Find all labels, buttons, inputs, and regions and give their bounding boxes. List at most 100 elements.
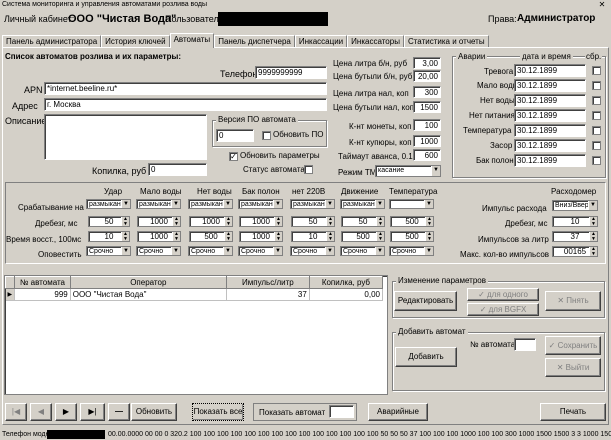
price-input-1[interactable]: 20,00 <box>413 70 441 82</box>
notify-select-4[interactable]: Срочно ▼ <box>290 246 335 256</box>
status-data: 00.00.0000 00 00 0 320.2 100 100 100 100… <box>108 431 611 438</box>
tab-bar: Панель администратора История ключей Авт… <box>2 33 489 48</box>
save-button[interactable]: ✓ Сохранить <box>545 336 601 355</box>
alarm-reset-checkbox-0[interactable] <box>592 66 601 75</box>
alarm-reset-checkbox-4[interactable] <box>592 126 601 135</box>
show-machine-input[interactable] <box>329 405 354 418</box>
firmware-version-input[interactable]: 0 <box>216 129 254 142</box>
max-impulse-stepper[interactable]: 00165 ▲ ▼ <box>552 246 598 257</box>
table-row[interactable]: ▶ 999 ООО "Чистая Вода" 37 0,00 <box>5 288 384 301</box>
restore-stepper-1[interactable]: 1000 ▲ ▼ <box>137 231 181 242</box>
trigger-select-5[interactable]: размыкание ▼ <box>340 199 385 209</box>
bounce-stepper-2[interactable]: 1000 ▲ ▼ <box>189 216 233 227</box>
bounce-stepper-3[interactable]: 1000 ▲ ▼ <box>239 216 283 227</box>
update-firmware-checkbox[interactable] <box>262 131 271 140</box>
bounce-stepper-0[interactable]: 50 ▲ ▼ <box>88 216 130 227</box>
first-record-icon[interactable]: |◀ <box>5 403 27 421</box>
restore-stepper-2[interactable]: 500 ▲ ▼ <box>189 231 233 242</box>
impulse-select[interactable]: Вниз/Вверх ▼ <box>552 200 598 211</box>
machines-table[interactable]: № автомата Оператор Импульс/литр Копилка… <box>4 275 388 395</box>
alarm-date-5: 30.12.1899 <box>514 139 586 152</box>
notify-select-6[interactable]: Срочно ▼ <box>389 246 434 256</box>
chevron-down-icon[interactable]: ▼ <box>431 166 440 176</box>
for-bgfx-button[interactable]: ✓ для BGFX <box>467 303 539 316</box>
trigger-select-1[interactable]: размыкание ▼ <box>136 199 181 209</box>
alarm-reset-checkbox-1[interactable] <box>592 81 601 90</box>
for-one-button[interactable]: ✓ для одного <box>467 288 539 301</box>
bounce-stepper-1[interactable]: 1000 ▲ ▼ <box>137 216 181 227</box>
restore-stepper-3[interactable]: 1000 ▲ ▼ <box>239 231 283 242</box>
table-header-row: № автомата Оператор Импульс/литр Копилка… <box>4 276 384 289</box>
delete-record-icon[interactable]: — <box>108 403 130 421</box>
phone-input[interactable]: 9999999999 <box>255 66 327 79</box>
trigger-select-0[interactable]: размыкание ▼ <box>86 199 131 209</box>
description-textarea[interactable] <box>44 114 207 160</box>
price-label-6: Таймаут аванса, 0.1с <box>338 152 417 161</box>
alarm-reset-checkbox-5[interactable] <box>592 141 601 150</box>
notify-select-0[interactable]: Срочно ▼ <box>86 246 131 256</box>
address-input[interactable]: г. Москва <box>44 98 327 111</box>
check-icon: ✓ <box>478 290 488 299</box>
bounce-stepper-4[interactable]: 50 ▲ ▼ <box>291 216 335 227</box>
cell-impulse: 37 <box>226 288 310 301</box>
new-number-input[interactable] <box>514 338 536 351</box>
price-input-4[interactable]: 100 <box>413 119 441 131</box>
alarm-reset-checkbox-3[interactable] <box>592 111 601 120</box>
add-button[interactable]: Добавить <box>395 347 457 367</box>
tab-machines[interactable]: Автоматы <box>169 33 215 48</box>
trigger-select-4[interactable]: размыкание ▼ <box>290 199 335 209</box>
alarm-date-2: 30.12.1899 <box>514 94 586 107</box>
max-impulse-label: Макс. кол-во импульсов <box>460 250 550 259</box>
trigger-select-6[interactable]: ▼ <box>389 199 434 209</box>
notify-select-3[interactable]: Срочно ▼ <box>238 246 283 256</box>
alarm-label-1: Мало воды <box>477 81 519 90</box>
alarm-button[interactable]: Аварийные <box>368 403 428 421</box>
per-liter-label: Импульсов за литр <box>478 235 549 244</box>
alarm-reset-checkbox-2[interactable] <box>592 96 601 105</box>
quantity-input[interactable]: 0 <box>148 163 207 176</box>
change-params-title: Изменение параметров <box>396 276 488 285</box>
notify-select-5[interactable]: Срочно ▼ <box>340 246 385 256</box>
bounce-stepper-5[interactable]: 50 ▲ ▼ <box>341 216 385 227</box>
apn-input[interactable]: *internet.beeline.ru* <box>44 82 327 95</box>
price-input-3[interactable]: 1500 <box>413 101 441 113</box>
restore-stepper-4[interactable]: 10 ▲ ▼ <box>291 231 335 242</box>
restore-stepper-0[interactable]: 10 ▲ ▼ <box>88 231 130 242</box>
prev-record-icon[interactable]: ◀ <box>30 403 52 421</box>
price-input-2[interactable]: 300 <box>413 86 441 98</box>
update-firmware-label: Обновить ПО <box>273 130 324 139</box>
edit-button[interactable]: Редактировать <box>394 291 457 311</box>
per-liter-stepper[interactable]: 37 ▲ ▼ <box>552 231 598 242</box>
firmware-group-title: Версия ПО автомата <box>216 115 298 124</box>
last-record-icon[interactable]: ▶| <box>80 403 105 421</box>
exit-button[interactable]: ✕ Выйти <box>545 358 601 377</box>
refresh-button[interactable]: Обновить <box>131 403 177 421</box>
mode-select[interactable]: касание ▼ <box>375 165 441 177</box>
flow-bounce-stepper[interactable]: 10 ▲ ▼ <box>552 216 598 227</box>
show-all-button[interactable]: Показать все <box>192 403 244 421</box>
sensor-col-6: Температура <box>389 187 438 196</box>
next-record-icon[interactable]: ▶ <box>55 403 77 421</box>
column-header-id[interactable]: № автомата <box>14 276 71 289</box>
notify-select-1[interactable]: Срочно ▼ <box>136 246 181 256</box>
trigger-select-2[interactable]: размыкание ▼ <box>188 199 233 209</box>
update-params-checkbox[interactable]: ✓ <box>229 152 238 161</box>
alarm-reset-checkbox-6[interactable] <box>592 156 601 165</box>
column-header-impulse[interactable]: Импульс/литр <box>225 276 310 289</box>
bounce-stepper-6[interactable]: 500 ▲ ▼ <box>390 216 434 227</box>
print-button[interactable]: Печать <box>540 403 606 421</box>
close-icon[interactable]: ✕ <box>595 0 609 9</box>
trigger-select-3[interactable]: размыкание ▼ <box>238 199 283 209</box>
restore-stepper-5[interactable]: 500 ▲ ▼ <box>341 231 385 242</box>
cancel-button[interactable]: ✕ Пнять <box>545 291 601 311</box>
price-input-0[interactable]: 3,00 <box>413 57 441 69</box>
price-input-5[interactable]: 1000 <box>413 135 441 147</box>
column-header-operator[interactable]: Оператор <box>69 276 227 289</box>
restore-stepper-6[interactable]: 500 ▲ ▼ <box>390 231 434 242</box>
company-name: ООО "Чистая Вода" <box>68 13 177 25</box>
column-header-cash[interactable]: Копилка, руб <box>308 276 384 289</box>
notify-select-2[interactable]: Срочно ▼ <box>188 246 233 256</box>
check-icon: ✓ <box>479 305 489 314</box>
price-input-6[interactable]: 600 <box>413 149 441 161</box>
status-checkbox[interactable] <box>304 165 313 174</box>
